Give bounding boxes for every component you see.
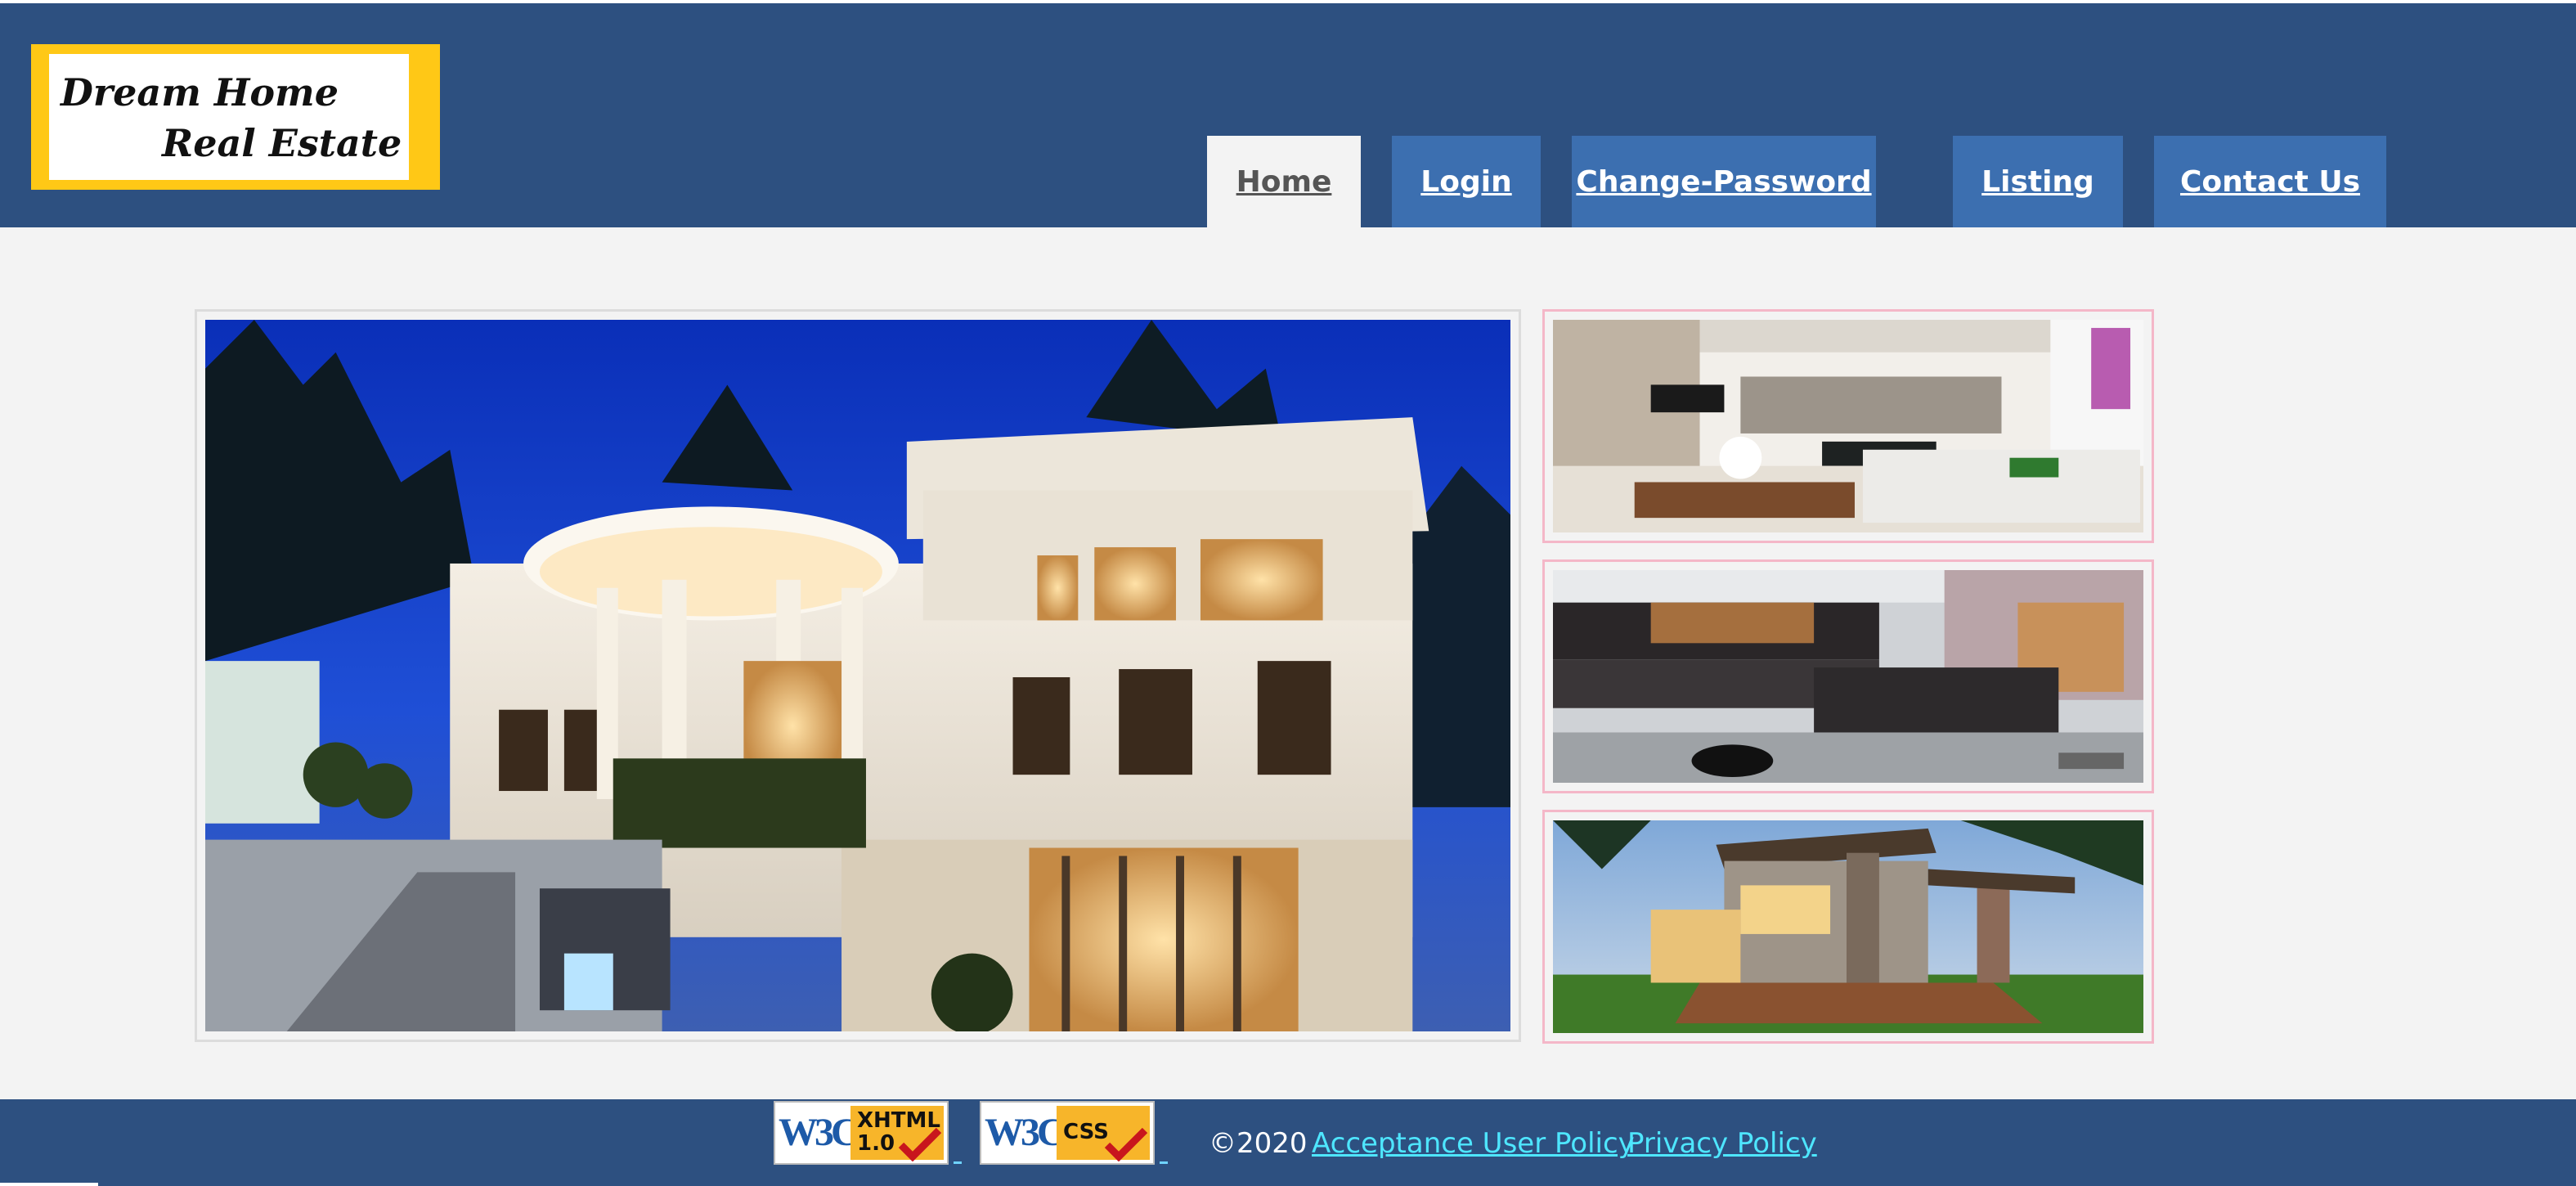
badge-link-underline [954,1161,962,1164]
bottom-edge-line [0,1183,98,1186]
w3c-logo: W3C [779,1106,859,1160]
living-room-photo [1553,320,2143,532]
logo-text-line2: Real Estate [162,121,402,165]
thumbnail-frame-1[interactable] [1542,309,2154,543]
nav-change-password[interactable]: Change-Password [1572,136,1876,227]
main-image-frame [195,309,1521,1042]
site-footer: W3C XHTML 1.0 W3C CSS ©2020 Acceptance U… [0,1099,2576,1186]
nav-contact-us[interactable]: Contact Us [2154,136,2386,227]
privacy-policy-link[interactable]: Privacy Policy [1627,1127,1817,1160]
copyright-text: ©2020 [1209,1127,1308,1160]
nav-login[interactable]: Login [1392,136,1541,227]
checkmark-icon [1104,1127,1148,1161]
badge-link-underline [1160,1161,1168,1164]
logo-card: Dream Home Real Estate [49,54,409,180]
mansion-photo [205,320,1510,1031]
nav-home[interactable]: Home [1207,136,1361,227]
w3c-xhtml-badge[interactable]: W3C XHTML 1.0 [774,1101,949,1165]
nav-listing[interactable]: Listing [1953,136,2123,227]
site-header: Dream Home Real Estate Home Login Change… [0,3,2576,227]
thumbnail-frame-3[interactable] [1542,810,2154,1044]
thumbnail-frame-2[interactable] [1542,559,2154,793]
w3c-css-badge[interactable]: W3C CSS [980,1101,1155,1165]
checkmark-icon [898,1127,942,1161]
acceptance-user-policy-link[interactable]: Acceptance User Policy [1312,1127,1635,1160]
modern-house-photo [1553,820,2143,1033]
kitchen-photo [1553,570,2143,783]
w3c-logo: W3C [985,1106,1066,1160]
site-logo[interactable]: Dream Home Real Estate [31,44,440,190]
logo-text-line1: Dream Home [61,70,339,115]
